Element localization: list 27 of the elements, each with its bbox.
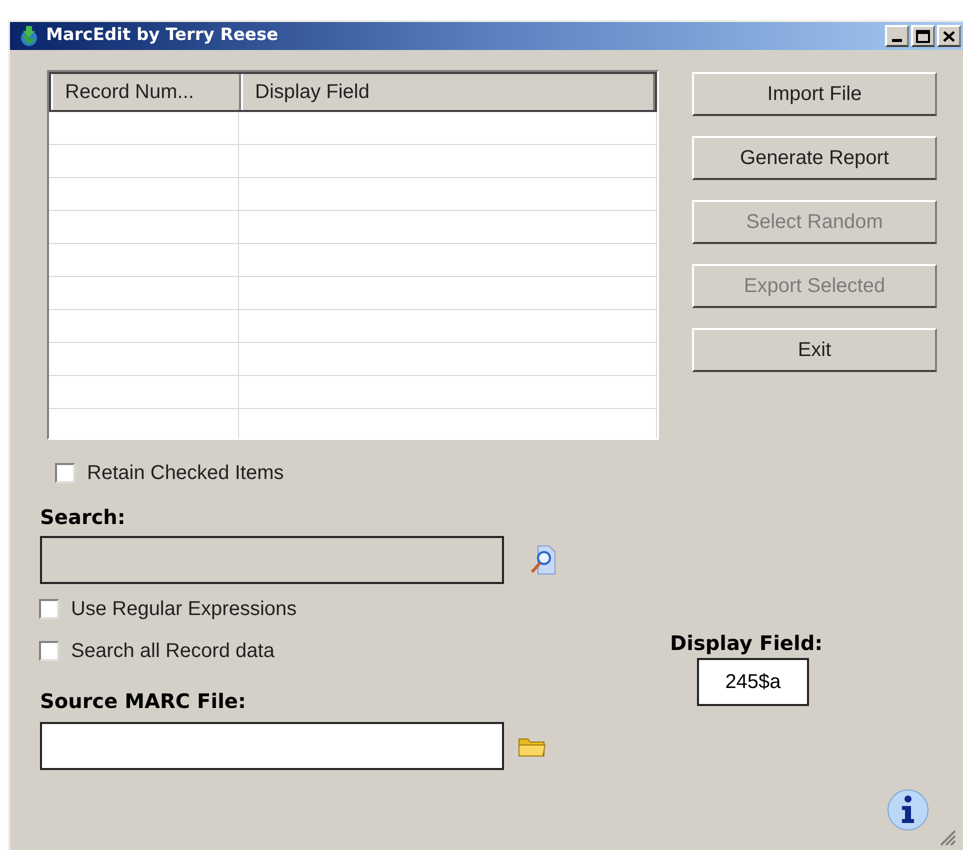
search-label: Search:	[40, 504, 126, 531]
minimize-button[interactable]	[885, 25, 909, 47]
window-title: MarcEdit by Terry Reese	[46, 24, 278, 48]
checkbox-label[interactable]: Use Regular Expressions	[71, 594, 297, 624]
checkbox[interactable]	[39, 599, 59, 619]
display-field-input[interactable]: 245$a	[697, 658, 809, 706]
action-button[interactable]: Import File	[692, 72, 937, 116]
action-button[interactable]: Exit	[692, 328, 937, 372]
globe-arrow-icon	[18, 25, 40, 47]
close-button[interactable]	[937, 25, 961, 47]
checkbox-label[interactable]: Search all Record data	[71, 636, 274, 666]
checkbox-label[interactable]: Retain Checked Items	[87, 458, 284, 488]
search-icon[interactable]	[530, 545, 556, 575]
maximize-icon	[916, 30, 930, 42]
maximize-button[interactable]	[911, 25, 935, 47]
checkbox[interactable]	[55, 463, 75, 483]
source-file-field[interactable]	[40, 722, 504, 770]
minimize-icon	[892, 39, 902, 42]
column-header[interactable]: Display Field	[241, 74, 655, 110]
source-file-label: Source MARC File:	[40, 688, 247, 715]
column-header[interactable]: Record Num...	[51, 74, 241, 110]
display-field-label: Display Field:	[670, 630, 823, 657]
close-icon	[943, 30, 955, 42]
checkbox[interactable]	[39, 641, 59, 661]
action-button[interactable]: Generate Report	[692, 136, 937, 180]
info-icon[interactable]	[886, 788, 930, 832]
resize-grip-icon[interactable]	[938, 828, 956, 846]
